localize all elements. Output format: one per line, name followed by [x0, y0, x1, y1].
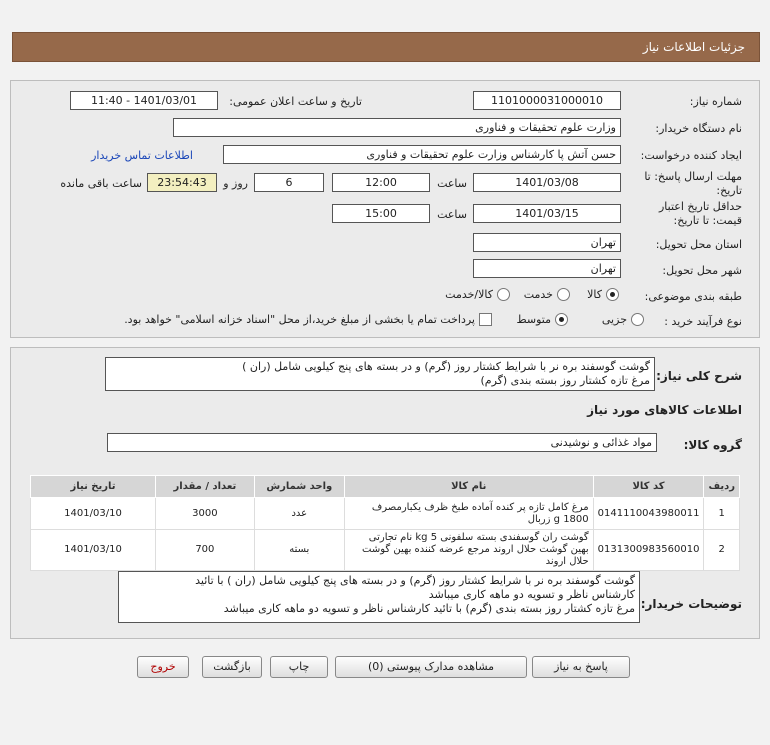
- back-button[interactable]: بازگشت: [202, 656, 262, 678]
- validity-date-field: 1401/03/15: [473, 204, 621, 223]
- reply-button[interactable]: پاسخ به نیاز: [532, 656, 630, 678]
- deadline-time-field: 12:00: [332, 173, 430, 192]
- table-row: 2 0131300983560010 گوشت ران گوسفندی بسته…: [30, 529, 740, 571]
- category-option-service[interactable]: خدمت: [524, 288, 570, 301]
- days-label: روز و: [223, 177, 248, 190]
- row-date: 1401/03/10: [30, 497, 156, 530]
- validity-time-field: 15:00: [332, 204, 430, 223]
- col-date: تاریخ نیاز: [30, 475, 156, 498]
- announce-label: تاریخ و ساعت اعلان عمومی:: [229, 95, 362, 108]
- row-unit: بسته: [253, 529, 345, 571]
- col-code: کد کالا: [592, 475, 705, 498]
- province-label: استان محل تحویل:: [655, 238, 742, 251]
- col-name: نام کالا: [343, 475, 594, 498]
- process-label: نوع فرآیند خرید :: [664, 315, 742, 328]
- row-date: 1401/03/10: [30, 529, 156, 571]
- buyer-field: وزارت علوم تحقیقات و فناوری: [173, 118, 621, 137]
- category-label: طبقه بندی موضوعی:: [644, 290, 742, 303]
- province-field: تهران: [473, 233, 621, 252]
- radio-icon[interactable]: [497, 288, 510, 301]
- radio-icon[interactable]: [557, 288, 570, 301]
- need-number-label: شماره نیاز:: [689, 95, 742, 108]
- row-name: مرغ کامل تازه پر کنده آماده طبخ ظرف یکبا…: [343, 497, 594, 530]
- table-row: 1 0141110043980011 مرغ کامل تازه پر کنده…: [30, 497, 740, 530]
- checkbox-icon[interactable]: [479, 313, 492, 326]
- print-button[interactable]: چاپ: [270, 656, 328, 678]
- need-number-field: 1101000031000010: [473, 91, 621, 110]
- goods-section-title: اطلاعات کالاهای مورد نیاز: [587, 403, 742, 417]
- goods-table: ردیف کد کالا نام کالا واحد شمارش تعداد /…: [30, 475, 740, 571]
- deadline-label: مهلت ارسال پاسخ: تا تاریخ:: [644, 170, 742, 197]
- remaining-time-field: 23:54:43: [147, 173, 217, 192]
- contact-buyer-link[interactable]: اطلاعات تماس خریدار: [91, 149, 193, 162]
- row-index: 2: [703, 529, 740, 571]
- col-qty: تعداد / مقدار: [155, 475, 255, 498]
- deadline-date-field: 1401/03/08: [473, 173, 621, 192]
- category-option-both[interactable]: کالا/خدمت: [445, 288, 510, 301]
- announce-field: 1401/03/01 - 11:40: [70, 91, 218, 110]
- radio-icon[interactable]: [631, 313, 644, 326]
- buyer-notes-text: گوشت گوسفند بره نر با شرایط کشتار روز (گ…: [118, 571, 640, 623]
- requester-label: ایجاد کننده درخواست:: [640, 149, 742, 162]
- days-field: 6: [254, 173, 324, 192]
- radio-icon[interactable]: [555, 313, 568, 326]
- remaining-label: ساعت باقی مانده: [60, 177, 142, 190]
- buyer-label: نام دستگاه خریدار:: [655, 122, 742, 135]
- attachments-button[interactable]: مشاهده مدارک پیوستی (0): [335, 656, 527, 678]
- exit-button[interactable]: خروج: [137, 656, 189, 678]
- city-label: شهر محل تحویل:: [662, 264, 742, 277]
- row-code: 0141110043980011: [592, 497, 705, 530]
- radio-icon[interactable]: [606, 288, 619, 301]
- col-unit: واحد شمارش: [253, 475, 345, 498]
- buyer-notes-label: توضیحات خریدار:: [640, 597, 742, 611]
- payment-checkbox-option[interactable]: پرداخت تمام یا بخشی از مبلغ خرید،از محل …: [124, 313, 492, 326]
- city-field: تهران: [473, 259, 621, 278]
- deadline-time-label: ساعت: [437, 177, 467, 190]
- goods-group-label: گروه کالا:: [683, 438, 742, 452]
- validity-label: حداقل تاریخ اعتبار قیمت: تا تاریخ:: [658, 200, 742, 227]
- table-header-row: ردیف کد کالا نام کالا واحد شمارش تعداد /…: [30, 475, 740, 498]
- row-name: گوشت ران گوسفندی بسته سلفونی 5 kg نام تج…: [343, 529, 594, 571]
- description-text: گوشت گوسفند بره نر با شرایط کشتار روز (گ…: [105, 357, 655, 391]
- col-index: ردیف: [703, 475, 740, 498]
- description-label: شرح کلی نیاز:: [656, 369, 742, 383]
- row-unit: عدد: [253, 497, 345, 530]
- row-code: 0131300983560010: [592, 529, 705, 571]
- category-option-goods[interactable]: کالا: [587, 288, 619, 301]
- row-qty: 700: [155, 529, 255, 571]
- validity-time-label: ساعت: [437, 208, 467, 221]
- process-option-medium[interactable]: متوسط: [516, 313, 568, 326]
- page-header: جزئیات اطلاعات نیاز: [12, 32, 760, 62]
- goods-group-field: مواد غذائی و نوشیدنی: [107, 433, 657, 452]
- row-qty: 3000: [155, 497, 255, 530]
- process-option-minor[interactable]: جزیی: [602, 313, 644, 326]
- row-index: 1: [703, 497, 740, 530]
- requester-field: حسن آتش پا کارشناس وزارت علوم تحقیقات و …: [223, 145, 621, 164]
